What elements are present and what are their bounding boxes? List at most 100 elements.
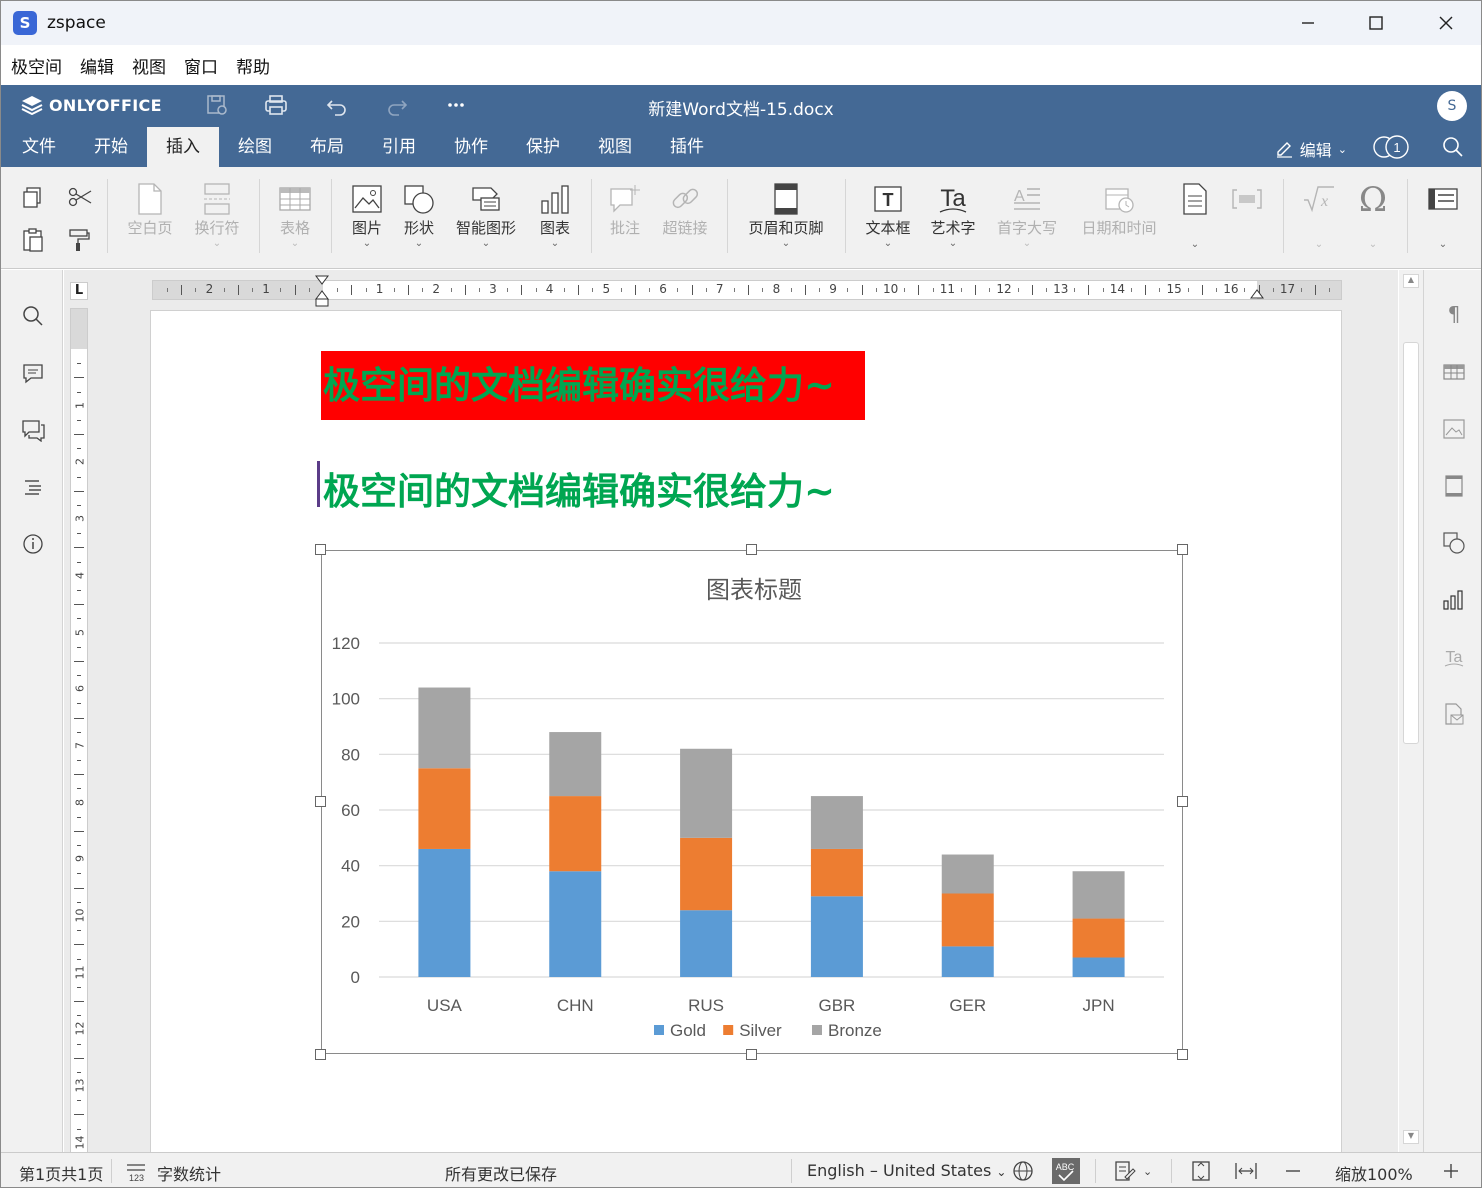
textart-button[interactable]: Ta 艺术字 ⌄ (925, 181, 981, 250)
zoom-level[interactable]: 缩放100% (1335, 1161, 1413, 1185)
tab-plugins[interactable]: 插件 (657, 127, 717, 167)
ruler-tick (74, 547, 84, 549)
scroll-up-arrow[interactable]: ▲ (1403, 274, 1419, 288)
ruler-label: 9 (73, 855, 87, 863)
resize-handle-se[interactable] (1177, 1049, 1188, 1060)
heading-text[interactable]: 极空间的文档编辑确实很给力~ (323, 461, 835, 515)
user-avatar[interactable]: S (1437, 91, 1467, 121)
track-changes-icon[interactable]: ⌄ (1113, 1159, 1153, 1183)
more-insert-button[interactable]: ⌄ (1421, 181, 1465, 251)
scrollbar-thumb[interactable] (1403, 342, 1419, 744)
field-button[interactable]: ⌄ (1177, 181, 1213, 251)
indent-marker-icon[interactable] (314, 275, 330, 309)
chart-button[interactable]: 图表 ⌄ (533, 181, 577, 250)
comment-button[interactable]: 批注 (603, 181, 647, 238)
menu-item-zspace[interactable]: 极空间 (11, 53, 62, 78)
search-icon[interactable] (1441, 135, 1465, 163)
document-page[interactable]: 极空间的文档编辑确实很给力~ 极空间的文档编辑确实很给力~ 图表标题 0 20 40… (150, 310, 1342, 1152)
maximize-button[interactable] (1341, 1, 1411, 45)
tab-layout[interactable]: 布局 (297, 127, 357, 167)
blank-page-button[interactable]: 空白页 (123, 181, 177, 238)
menu-item-edit[interactable]: 编辑 (80, 53, 114, 78)
textbox-button[interactable]: T 文本框 ⌄ (859, 181, 917, 250)
vertical-ruler[interactable]: 1 2 3 4 5 6 7 8 9 10 11 12 13 14 (70, 308, 88, 1152)
resize-handle-s[interactable] (746, 1049, 757, 1060)
equation-button[interactable]: x ⌄ (1297, 181, 1341, 251)
tab-draw[interactable]: 绘图 (225, 127, 285, 167)
right-indent-marker-icon[interactable] (1249, 286, 1265, 300)
tab-insert[interactable]: 插入 (147, 127, 219, 167)
resize-handle-n[interactable] (746, 544, 757, 555)
zoom-in-icon[interactable] (1441, 1161, 1461, 1181)
fit-width-icon[interactable] (1233, 1159, 1259, 1183)
resize-handle-e[interactable] (1177, 796, 1188, 807)
paste-icon[interactable] (21, 227, 45, 257)
paragraph-settings-icon[interactable]: ¶ (1440, 300, 1468, 328)
link-icon (657, 181, 713, 217)
comments-icon[interactable] (19, 359, 47, 387)
shape-button[interactable]: 形状 ⌄ (397, 181, 441, 250)
mail-merge-icon[interactable] (1440, 700, 1468, 728)
tab-home[interactable]: 开始 (81, 127, 141, 167)
zoom-out-icon[interactable] (1283, 1161, 1303, 1181)
close-button[interactable] (1411, 1, 1481, 45)
ruler-tick (1088, 285, 1090, 295)
symbol-button[interactable]: Ω ⌄ (1351, 181, 1395, 251)
spellcheck-icon[interactable]: ABC (1051, 1157, 1081, 1185)
table-settings-icon[interactable] (1440, 358, 1468, 386)
highlighted-heading[interactable]: 极空间的文档编辑确实很给力~ (321, 351, 865, 420)
resize-handle-nw[interactable] (315, 544, 326, 555)
resize-handle-w[interactable] (315, 796, 326, 807)
search-icon[interactable] (19, 302, 47, 330)
ruler-margin-right (1257, 281, 1341, 299)
tab-stop-selector[interactable]: L (70, 282, 88, 300)
copy-icon[interactable] (21, 185, 45, 213)
edit-mode-dropdown[interactable]: 编辑 ⌄ (1274, 137, 1347, 161)
dropcap-button[interactable]: A 首字大写 ⌄ (991, 181, 1063, 250)
header-footer-button[interactable]: 页眉和页脚 ⌄ (741, 181, 831, 250)
vertical-scrollbar[interactable]: ▲ ▼ (1399, 270, 1423, 1152)
page-counter[interactable]: 第1页共1页 (19, 1161, 103, 1185)
resize-handle-ne[interactable] (1177, 544, 1188, 555)
image-settings-icon[interactable] (1440, 415, 1468, 443)
menu-item-window[interactable]: 窗口 (184, 53, 218, 78)
datetime-button[interactable]: 日期和时间 (1075, 181, 1163, 238)
horizontal-ruler[interactable]: 2 1 1 2 3 4 5 6 7 8 9 10 11 12 13 14 15 16 17 (152, 280, 1342, 300)
legend-label: Gold (670, 1021, 706, 1040)
tab-protection[interactable]: 保护 (513, 127, 573, 167)
image-button[interactable]: 图片 ⌄ (345, 181, 389, 250)
menu-item-help[interactable]: 帮助 (236, 53, 270, 78)
table-button[interactable]: 表格 ⌄ (273, 181, 317, 250)
globe-icon[interactable] (1011, 1159, 1035, 1183)
language-selector[interactable]: English – United States ⌄ (807, 1161, 1006, 1180)
minimize-button[interactable] (1273, 1, 1343, 45)
hyperlink-button[interactable]: 超链接 (657, 181, 713, 238)
textart-settings-icon[interactable]: Ta (1440, 643, 1468, 671)
ruler-tick (77, 618, 81, 620)
content-control-button[interactable] (1227, 181, 1267, 217)
line-break-button[interactable]: 换行符 ⌄ (189, 181, 245, 250)
scroll-down-arrow[interactable]: ▼ (1403, 1130, 1419, 1144)
fit-page-icon[interactable] (1189, 1159, 1213, 1183)
cut-icon[interactable] (67, 185, 93, 213)
stacked-bar-chart[interactable]: 图表标题 0 20 40 60 80 100 120 USA CHN RUS GBR GER JPN Go… (321, 550, 1183, 1054)
format-painter-icon[interactable] (67, 227, 91, 257)
chat-icon[interactable] (19, 416, 47, 444)
coeditors-button[interactable]: 1 (1371, 132, 1413, 162)
smartart-button[interactable]: 智能图形 ⌄ (451, 181, 521, 250)
word-count-button[interactable]: 字数统计 (157, 1161, 221, 1185)
navigation-icon[interactable] (19, 473, 47, 501)
menu-item-view[interactable]: 视图 (132, 53, 166, 78)
status-separator (1171, 1159, 1172, 1183)
chart-settings-icon[interactable] (1440, 586, 1468, 614)
info-icon[interactable] (19, 530, 47, 558)
header-footer-settings-icon[interactable] (1440, 472, 1468, 500)
ruler-tick (960, 288, 962, 292)
tab-view[interactable]: 视图 (585, 127, 645, 167)
tab-file[interactable]: 文件 (9, 127, 69, 167)
resize-handle-sw[interactable] (315, 1049, 326, 1060)
shape-settings-icon[interactable] (1440, 529, 1468, 557)
datetime-label: 日期和时间 (1081, 219, 1157, 237)
tab-references[interactable]: 引用 (369, 127, 429, 167)
tab-collaboration[interactable]: 协作 (441, 127, 501, 167)
